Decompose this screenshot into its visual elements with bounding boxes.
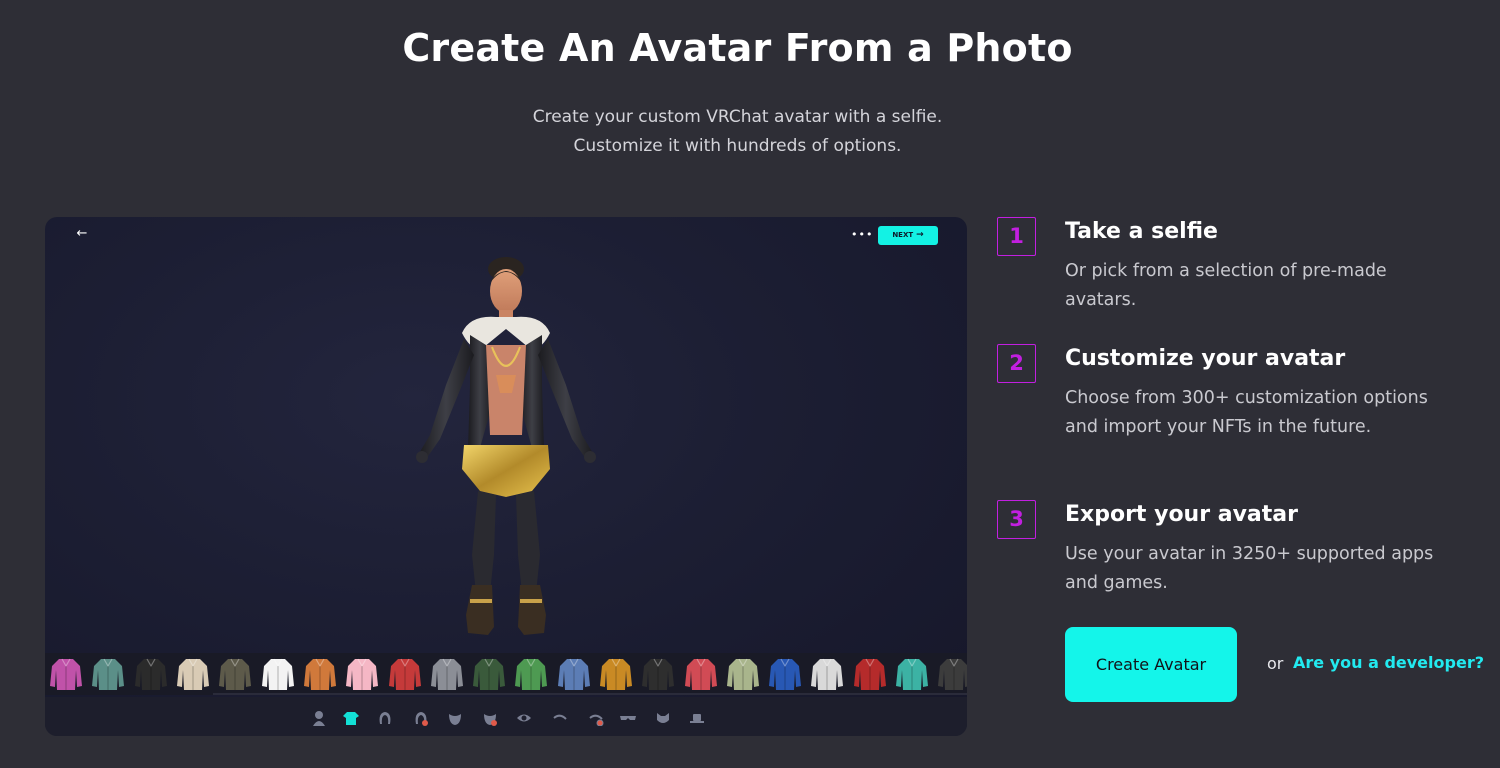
- outfit-thumbnail[interactable]: [679, 653, 721, 695]
- step-title: Export your avatar: [1065, 502, 1298, 527]
- hair-icon[interactable]: [376, 709, 394, 727]
- jacket-icon: [600, 658, 632, 690]
- jacket-icon: [92, 658, 125, 690]
- create-avatar-button[interactable]: Create Avatar: [1065, 627, 1237, 702]
- jacket-icon: [726, 658, 759, 690]
- outfit-thumbnail[interactable]: [510, 653, 552, 695]
- outfit-strip: [45, 653, 967, 695]
- subtitle-line-1: Create your custom VRChat avatar with a …: [532, 107, 943, 127]
- beard-icon[interactable]: [446, 709, 464, 727]
- outfit-thumbnail[interactable]: [806, 653, 848, 695]
- jacket-icon: [177, 658, 210, 690]
- jacket-icon: [642, 658, 675, 690]
- page-title: Create An Avatar From a Photo: [402, 26, 1073, 70]
- step-title: Take a selfie: [1065, 219, 1218, 244]
- outfit-thumbnail[interactable]: [722, 653, 764, 695]
- arrow-left-icon[interactable]: ←: [74, 226, 90, 242]
- step-description: Use your avatar in 3250+ supported apps …: [1065, 544, 1434, 593]
- outfit-thumbnail[interactable]: [45, 653, 87, 695]
- next-label: NEXT: [892, 231, 914, 239]
- jacket-icon: [430, 658, 463, 690]
- shirt-icon[interactable]: [342, 709, 360, 727]
- outfit-thumbnail[interactable]: [130, 653, 172, 695]
- hair-color-icon[interactable]: [412, 709, 430, 727]
- jacket-icon: [134, 658, 167, 690]
- jacket-icon: [769, 658, 802, 690]
- outfit-thumbnail[interactable]: [595, 653, 637, 695]
- jacket-icon: [938, 658, 967, 690]
- jacket-icon: [50, 658, 83, 690]
- outfit-thumbnail[interactable]: [891, 653, 933, 695]
- outfit-thumbnail[interactable]: [383, 653, 425, 695]
- eyebrow-icon[interactable]: [551, 709, 569, 727]
- mask-icon[interactable]: [654, 709, 672, 727]
- jacket-icon: [811, 658, 844, 690]
- step-description: Or pick from a selection of pre-made ava…: [1065, 261, 1387, 310]
- subtitle-line-2: Customize it with hundreds of options.: [573, 136, 902, 156]
- avatar-model[interactable]: [400, 255, 615, 640]
- jacket-icon: [557, 658, 590, 690]
- jacket-icon: [515, 658, 548, 690]
- jacket-icon: [261, 658, 294, 690]
- outfit-thumbnail[interactable]: [933, 653, 967, 695]
- step-description: Choose from 300+ customization options a…: [1065, 388, 1428, 437]
- hat-icon[interactable]: [688, 709, 706, 727]
- strip-scrollbar[interactable]: [213, 693, 967, 695]
- outfit-thumbnail[interactable]: [426, 653, 468, 695]
- page-subtitle: Create your custom VRChat avatar with a …: [0, 103, 1475, 161]
- next-button[interactable]: NEXT →: [878, 226, 938, 245]
- step-number: 1: [997, 217, 1036, 256]
- jacket-icon: [853, 658, 886, 690]
- or-text: or: [1267, 654, 1284, 673]
- outfit-thumbnail[interactable]: [468, 653, 510, 695]
- beard-color-icon[interactable]: [481, 709, 499, 727]
- developer-link[interactable]: Are you a developer?: [1293, 653, 1484, 672]
- category-bar: [45, 697, 967, 736]
- outfit-thumbnail[interactable]: [172, 653, 214, 695]
- outfit-thumbnail[interactable]: [214, 653, 256, 695]
- eyebrow-color-icon[interactable]: [587, 709, 605, 727]
- jacket-icon: [346, 658, 379, 690]
- glasses-icon[interactable]: [619, 709, 637, 727]
- arrow-right-icon: →: [916, 230, 924, 240]
- jacket-icon: [219, 658, 252, 690]
- outfit-thumbnail[interactable]: [553, 653, 595, 695]
- step-number: 2: [997, 344, 1036, 383]
- eye-icon[interactable]: [515, 709, 533, 727]
- more-dots-icon[interactable]: •••: [851, 226, 872, 244]
- outfit-thumbnail[interactable]: [256, 653, 298, 695]
- outfit-thumbnail[interactable]: [341, 653, 383, 695]
- jacket-icon: [388, 658, 421, 690]
- jacket-icon: [896, 658, 929, 690]
- jacket-icon: [303, 658, 336, 690]
- jacket-icon: [684, 658, 717, 690]
- outfit-thumbnail[interactable]: [87, 653, 129, 695]
- outfit-thumbnail[interactable]: [299, 653, 341, 695]
- jacket-icon: [473, 658, 506, 690]
- step-number: 3: [997, 500, 1036, 539]
- outfit-thumbnail[interactable]: [637, 653, 679, 695]
- body-icon[interactable]: [310, 709, 328, 727]
- outfit-thumbnail[interactable]: [764, 653, 806, 695]
- step-title: Customize your avatar: [1065, 346, 1346, 371]
- outfit-thumbnail[interactable]: [849, 653, 891, 695]
